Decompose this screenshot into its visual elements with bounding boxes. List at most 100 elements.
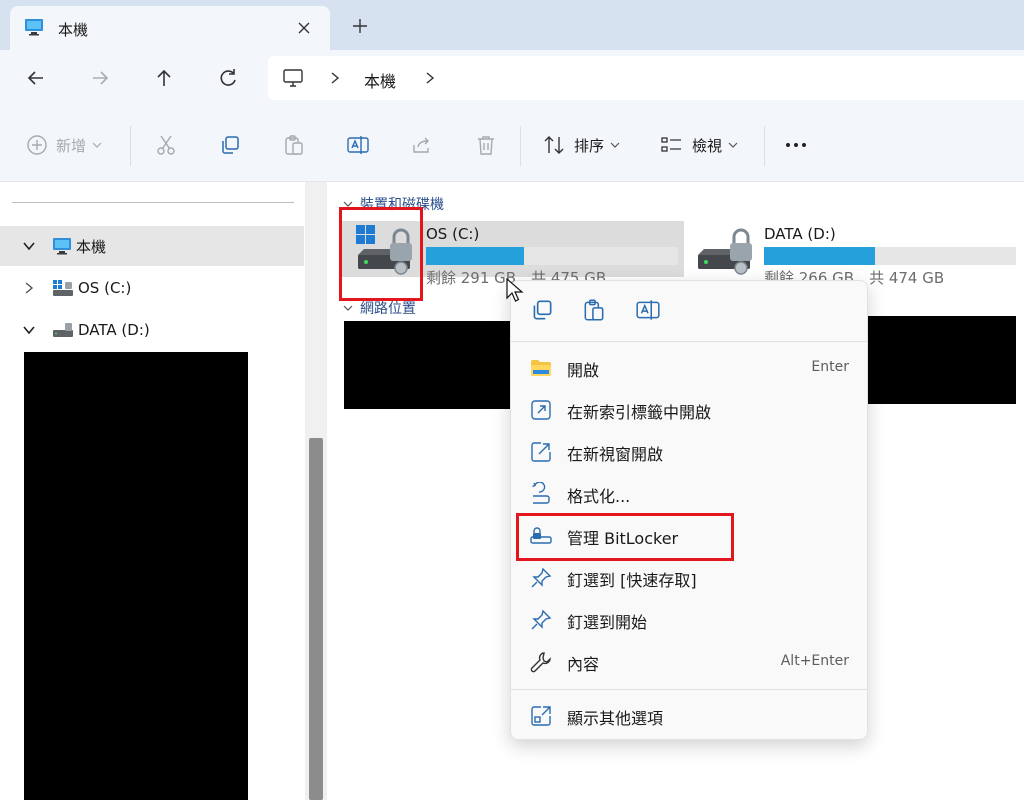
- navigation-pane: 本機 OS (C:) DATA (D:): [0, 182, 305, 800]
- clipboard-icon: [282, 133, 306, 157]
- drive-tile-d[interactable]: DATA (D:) 剩餘 266 GB，共 474 GB: [678, 221, 1022, 287]
- drive-name: DATA (D:): [764, 225, 836, 243]
- open-in-new-tab-icon: [529, 398, 553, 422]
- pin-icon: [529, 608, 553, 632]
- scissors-icon: [154, 133, 178, 157]
- menu-item-pin-start[interactable]: 釘選到開始: [515, 599, 863, 639]
- new-button[interactable]: 新增: [26, 130, 102, 160]
- locked-drive-icon: [694, 223, 756, 277]
- context-menu-quick-actions: [511, 281, 867, 339]
- highlight-box: [516, 513, 734, 561]
- scrollbar-thumb[interactable]: [309, 438, 323, 800]
- pin-icon: [529, 566, 553, 590]
- menu-item-shortcut: Enter: [811, 359, 849, 375]
- sort-button[interactable]: 排序: [542, 130, 620, 160]
- rename-icon: [346, 133, 370, 157]
- view-label: 檢視: [692, 136, 723, 155]
- sort-icon: [542, 133, 566, 157]
- paste-button[interactable]: [581, 297, 607, 323]
- open-in-new-window-icon: [529, 440, 553, 464]
- sidebar-item-label: OS (C:): [78, 279, 132, 297]
- drive-usage-fill: [764, 247, 875, 265]
- menu-item-format[interactable]: 格式化...: [515, 473, 863, 513]
- title-bar: 本機: [0, 0, 1024, 50]
- trash-icon: [474, 133, 498, 157]
- sidebar-item-this-pc[interactable]: 本機: [0, 226, 304, 266]
- cut-button[interactable]: [154, 130, 178, 160]
- chevron-right-icon[interactable]: [328, 70, 342, 86]
- divider: [520, 126, 521, 166]
- folder-icon: [529, 356, 553, 380]
- divider: [511, 689, 867, 690]
- drive-usage-fill: [426, 247, 525, 265]
- copy-icon: [218, 133, 242, 157]
- copy-button[interactable]: [218, 130, 242, 160]
- drive-usage-bar: [426, 247, 678, 265]
- plus-circle-icon: [26, 134, 48, 156]
- context-menu: 開啟 Enter 在新索引標籤中開啟 在新視窗開啟 格式化... 管理 BitL…: [510, 280, 868, 740]
- more-icon: [784, 133, 808, 157]
- back-button[interactable]: [22, 64, 50, 92]
- section-header-network[interactable]: 網路位置: [342, 298, 416, 318]
- view-button[interactable]: 檢視: [660, 130, 738, 160]
- menu-item-pin-quick-access[interactable]: 釘選到 [快速存取]: [515, 557, 863, 597]
- sidebar-item-os-c[interactable]: OS (C:): [0, 268, 304, 308]
- forward-button[interactable]: [86, 64, 114, 92]
- menu-item-label: 釘選到開始: [567, 613, 648, 632]
- menu-item-show-more-options[interactable]: 顯示其他選項: [515, 695, 863, 735]
- rename-button[interactable]: [635, 297, 661, 323]
- address-bar[interactable]: 本機: [268, 56, 1024, 100]
- breadcrumb[interactable]: 本機: [364, 68, 396, 92]
- menu-item-open-new-window[interactable]: 在新視窗開啟: [515, 431, 863, 471]
- command-bar: 新增 排序 檢視: [0, 108, 1024, 182]
- menu-item-label: 在新索引標籤中開啟: [567, 403, 712, 422]
- redacted-region: [24, 352, 248, 800]
- menu-item-open[interactable]: 開啟 Enter: [515, 347, 863, 387]
- menu-item-open-new-tab[interactable]: 在新索引標籤中開啟: [515, 389, 863, 429]
- menu-item-label: 內容: [567, 655, 600, 674]
- drive-usage-bar: [764, 247, 1016, 265]
- sidebar-item-data-d[interactable]: DATA (D:): [0, 310, 304, 350]
- view-list-icon: [660, 133, 684, 157]
- new-label: 新增: [56, 136, 87, 155]
- up-button[interactable]: [150, 64, 178, 92]
- chevron-down-icon: [610, 141, 620, 149]
- tab-this-pc[interactable]: 本機: [10, 6, 330, 50]
- menu-item-label: 開啟: [567, 361, 600, 380]
- copy-button[interactable]: [529, 297, 555, 323]
- divider: [130, 126, 131, 166]
- redacted-region: [344, 321, 512, 409]
- chevron-down-icon[interactable]: [22, 323, 42, 337]
- monitor-icon: [24, 18, 44, 36]
- menu-item-label: 釘選到 [快速存取]: [567, 571, 697, 590]
- menu-item-shortcut: Alt+Enter: [780, 653, 849, 669]
- close-tab-icon[interactable]: [292, 16, 316, 40]
- chevron-down-icon: [728, 141, 738, 149]
- chevron-right-icon[interactable]: [423, 70, 437, 86]
- new-tab-button[interactable]: [348, 14, 372, 38]
- menu-item-properties[interactable]: 內容 Alt+Enter: [515, 641, 863, 681]
- delete-button[interactable]: [474, 130, 498, 160]
- share-button[interactable]: [410, 130, 434, 160]
- divider: [12, 202, 294, 203]
- more-options-button[interactable]: [784, 130, 808, 160]
- sidebar-item-label: DATA (D:): [78, 321, 150, 339]
- rename-button[interactable]: [346, 130, 370, 160]
- system-drive-icon: [52, 279, 74, 297]
- navigation-bar: 本機: [0, 50, 1024, 108]
- menu-item-label: 格式化...: [567, 487, 631, 506]
- highlight-box: [339, 207, 423, 301]
- refresh-button[interactable]: [214, 64, 242, 92]
- sort-label: 排序: [574, 136, 605, 155]
- share-icon: [410, 133, 434, 157]
- format-drive-icon: [529, 482, 553, 506]
- menu-item-label: 顯示其他選項: [567, 709, 664, 728]
- chevron-down-icon: [342, 303, 354, 313]
- chevron-down-icon[interactable]: [22, 239, 42, 253]
- divider: [764, 126, 765, 166]
- sidebar-item-label: 本機: [76, 237, 107, 256]
- divider: [511, 341, 867, 342]
- chevron-right-icon[interactable]: [22, 281, 42, 295]
- drive-icon: [52, 321, 74, 339]
- paste-button[interactable]: [282, 130, 306, 160]
